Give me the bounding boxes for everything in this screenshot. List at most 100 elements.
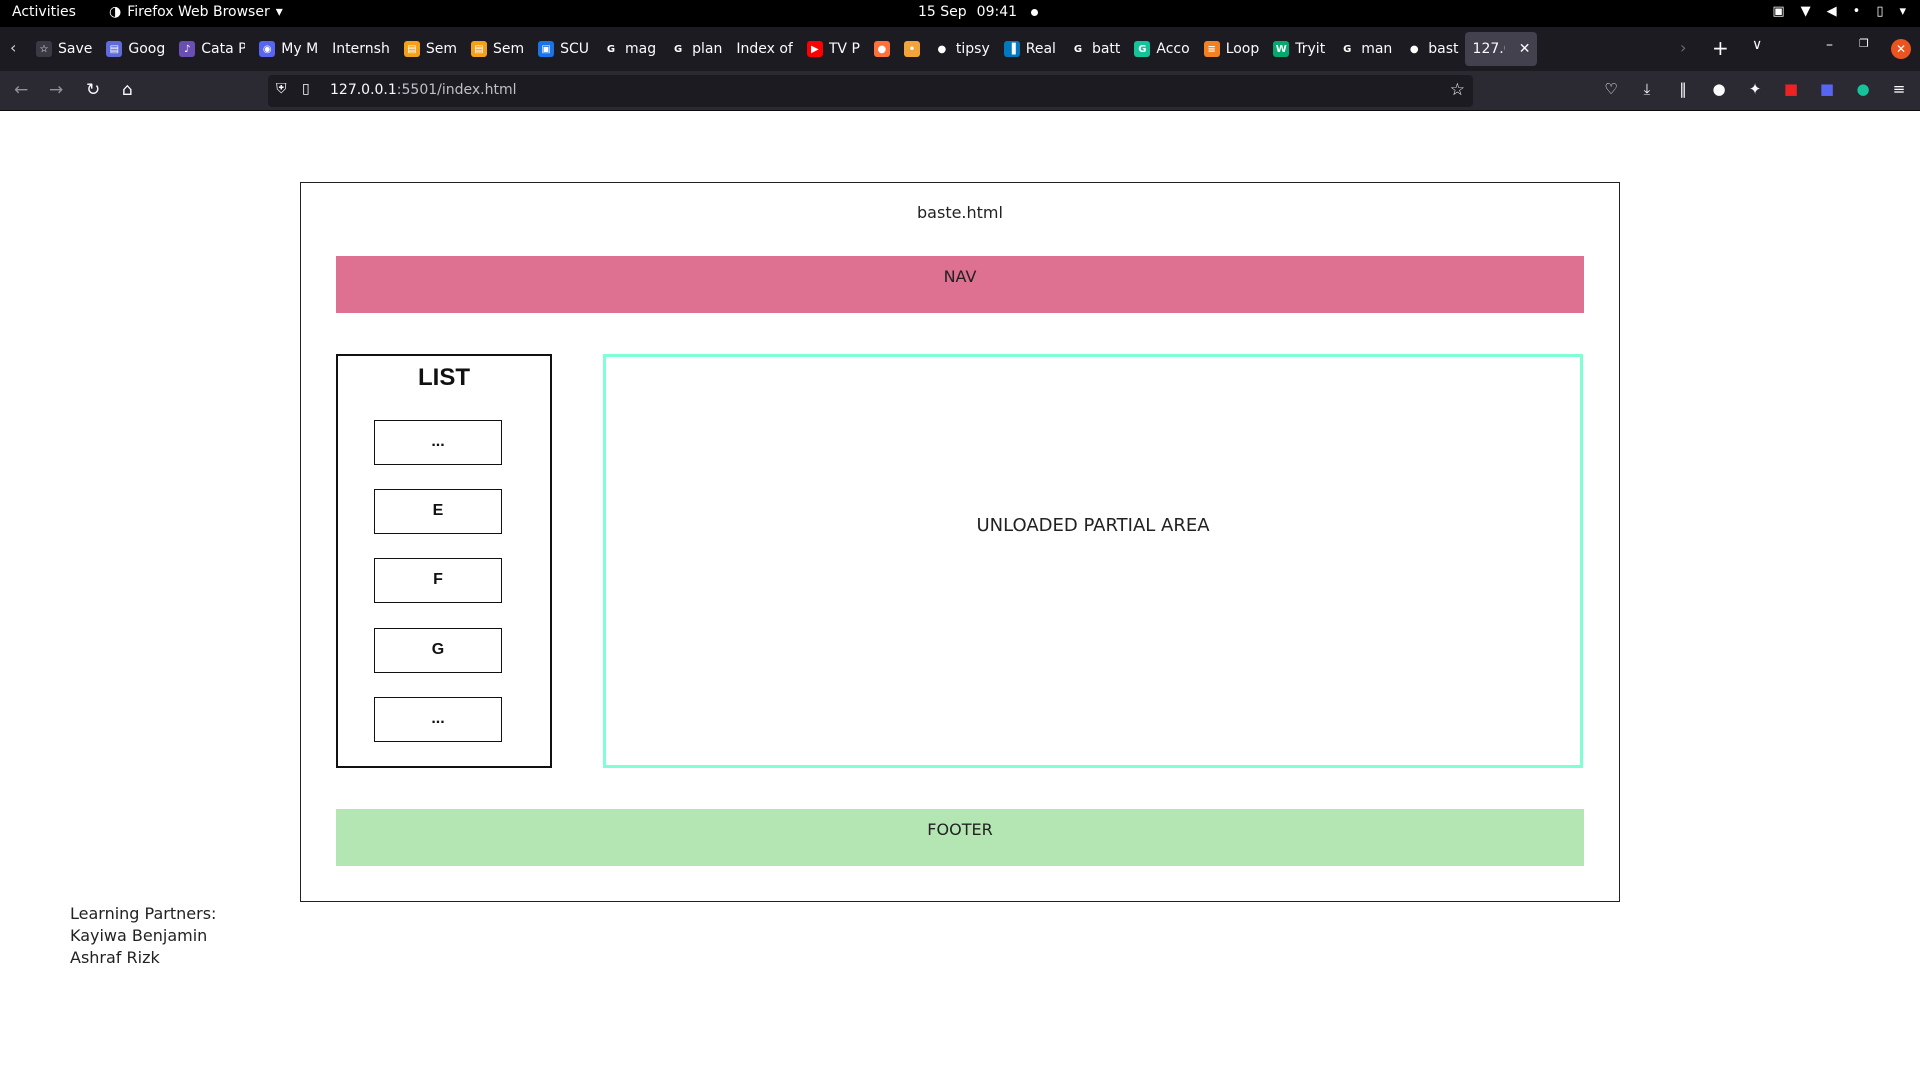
app-menu[interactable]: ◑ Firefox Web Browser ▾	[109, 4, 283, 20]
browser-tab[interactable]: G Acco	[1126, 32, 1195, 66]
extension-badge-icon[interactable]: ●	[1710, 80, 1728, 98]
firefox-icon: ◑	[109, 4, 122, 20]
browser-tab[interactable]: •	[896, 32, 926, 66]
github-icon: ●	[937, 43, 947, 55]
volume-icon[interactable]: ◀	[1827, 4, 1837, 19]
list-item[interactable]: G	[374, 628, 502, 673]
time: 09:41	[976, 4, 1018, 20]
power-menu-icon[interactable]: ▾	[1899, 4, 1906, 19]
restore-window-icon[interactable]: ❐	[1859, 37, 1869, 50]
browser-tab[interactable]: ▐ Real	[996, 32, 1062, 66]
extension-blue-icon[interactable]: ■	[1818, 80, 1836, 98]
browser-tab[interactable]: ● bast	[1398, 32, 1464, 66]
bookmark-star-icon[interactable]: ☆	[1450, 80, 1465, 100]
pocket-icon[interactable]: ♡	[1602, 80, 1620, 98]
list-item[interactable]: ...	[374, 420, 502, 465]
partner-name: Kayiwa Benjamin	[70, 926, 208, 945]
shield-icon[interactable]: ▣	[1772, 4, 1784, 19]
browser-tab[interactable]: ▤ Goog	[98, 32, 171, 66]
chat-icon: ◉	[259, 41, 276, 57]
hamburger-menu-icon[interactable]: ≡	[1890, 80, 1908, 98]
browser-tab[interactable]: 127.0 ✕	[1464, 32, 1537, 66]
browser-tab[interactable]: Internsh	[324, 32, 396, 66]
home-icon[interactable]: ⌂	[122, 80, 133, 100]
browser-tab[interactable]: ▤ Sem	[463, 32, 530, 66]
slides-icon: ▤	[403, 41, 420, 57]
google-icon: G	[674, 43, 683, 55]
page-title: baste.html	[917, 203, 1003, 222]
system-top-bar: Activities ◑ Firefox Web Browser ▾ 15 Se…	[0, 0, 1920, 27]
list-all-tabs-icon[interactable]: ∨	[1752, 37, 1762, 53]
extension-icon[interactable]: ✦	[1746, 80, 1764, 98]
browser-tab[interactable]: ◉ My M	[251, 32, 324, 66]
github-icon: ●	[1409, 43, 1419, 55]
tab-label: batt	[1091, 41, 1121, 57]
forward-arrow-icon[interactable]: →	[49, 80, 63, 100]
list-item[interactable]: E	[374, 489, 502, 534]
clock[interactable]: 15 Sep 09:41	[918, 4, 1039, 20]
browser-tab[interactable]: ▣ SCU	[530, 32, 595, 66]
browser-tab[interactable]: ▶ TV P	[799, 32, 866, 66]
browser-tab[interactable]: ● tipsy	[926, 32, 996, 66]
partners-heading: Learning Partners:	[70, 904, 217, 923]
youtube-icon: ▶	[806, 41, 823, 57]
url-text[interactable]: 127.0.0.1:5501/index.html	[330, 82, 517, 98]
extension-red-icon[interactable]: ■	[1782, 80, 1800, 98]
browser-tab[interactable]: ▤ Sem	[396, 32, 463, 66]
library-icon[interactable]: ‖	[1674, 80, 1692, 98]
minimize-window-icon[interactable]: –	[1826, 37, 1833, 53]
tab-label: Acco	[1156, 41, 1190, 57]
page-info-icon[interactable]: ▯	[302, 81, 310, 97]
tab-label: Real	[1025, 41, 1056, 57]
tab-label: Tryit	[1295, 41, 1326, 57]
browser-tab[interactable]: ☆ Save	[28, 32, 98, 66]
firefox-icon: ●	[873, 41, 890, 57]
tabs-scroll-right-icon[interactable]: ›	[1680, 38, 1686, 57]
browser-tab[interactable]: Gbatt	[1062, 32, 1126, 66]
system-tray[interactable]: ▣ ▼ ◀ • ▯ ▾	[1772, 4, 1906, 19]
new-tab-icon[interactable]: +	[1712, 36, 1729, 60]
microphone-icon: •	[903, 41, 920, 57]
activities-button[interactable]: Activities	[12, 4, 76, 20]
grammarly-icon[interactable]: ●	[1854, 80, 1872, 98]
tab-label: 127.0	[1472, 41, 1505, 57]
browser-tab[interactable]: ≡ Loop	[1196, 32, 1266, 66]
nav-section: NAV	[336, 256, 1584, 313]
bookmark-icon: ☆	[36, 41, 52, 57]
w3schools-icon: W	[1273, 41, 1290, 57]
browser-tab[interactable]: Index of	[728, 32, 799, 66]
address-bar[interactable]: ⛨ ▯ 127.0.0.1:5501/index.html ☆	[268, 75, 1473, 107]
list-title: LIST	[418, 364, 470, 391]
trello-icon: ▐	[1003, 41, 1020, 57]
browser-tab[interactable]: ♪ Cata PLAYI	[171, 32, 251, 66]
reload-icon[interactable]: ↻	[86, 80, 100, 100]
battery-icon[interactable]: ▯	[1876, 4, 1883, 19]
list-item[interactable]: ...	[374, 697, 502, 742]
google-icon: G	[1343, 43, 1352, 55]
close-tab-icon[interactable]: ✕	[1519, 41, 1531, 57]
google-icon: G	[1073, 43, 1083, 55]
browser-tab[interactable]: ●	[866, 32, 896, 66]
chevron-down-icon: ▾	[275, 4, 283, 20]
browser-tab[interactable]: Gplan	[662, 32, 728, 66]
tab-label: Internsh	[332, 41, 390, 57]
grammarly-icon: G	[1134, 41, 1151, 57]
tracking-protection-shield-icon[interactable]: ⛨	[276, 81, 287, 97]
tab-label: plan	[692, 41, 723, 57]
back-arrow-icon[interactable]: ←	[14, 80, 28, 100]
browser-tab[interactable]: W Tryit	[1265, 32, 1331, 66]
browser-tab[interactable]: Gman	[1331, 32, 1398, 66]
google-icon: G	[606, 43, 616, 55]
microphone-icon[interactable]: •	[1853, 4, 1861, 19]
wifi-icon[interactable]: ▼	[1801, 4, 1811, 19]
slides-icon: ▤	[470, 41, 487, 57]
browser-tab[interactable]: Gmag	[595, 32, 662, 66]
list-item[interactable]: F	[374, 558, 502, 603]
tabs-scroll-left-icon[interactable]: ‹	[10, 38, 16, 57]
partner-name: Ashraf Rizk	[70, 948, 160, 967]
tab-label: mag	[625, 41, 657, 57]
downloads-icon[interactable]: ⤓	[1638, 80, 1656, 98]
partial-area: UNLOADED PARTIAL AREA	[603, 354, 1583, 768]
close-window-icon[interactable]: ✕	[1891, 39, 1911, 59]
tab-label: TV P	[828, 41, 860, 57]
